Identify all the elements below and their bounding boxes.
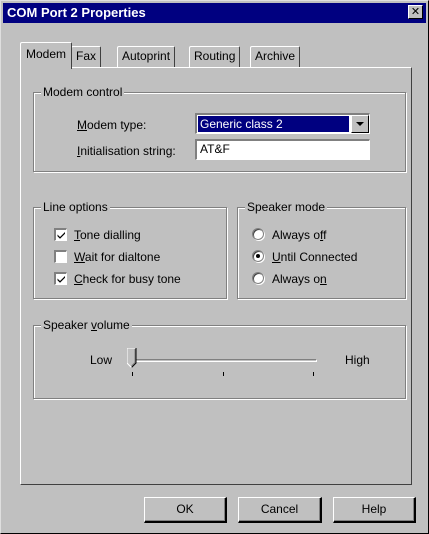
tab-archive[interactable]: Archive (250, 46, 301, 67)
group-title: Line options (41, 200, 110, 214)
init-string-label: Initialisation string: (77, 144, 176, 158)
speaker-volume-group: Speaker volume Low High (33, 318, 406, 399)
slider-tick (223, 372, 224, 376)
tone-dialling-checkbox[interactable]: Tone dialling (51, 226, 221, 242)
close-icon: ✕ (410, 6, 421, 18)
tab-autoprint[interactable]: Autoprint (117, 46, 176, 67)
radio-label: Always off (272, 228, 327, 242)
title-bar[interactable]: COM Port 2 Properties ✕ (3, 3, 426, 23)
modem-type-dropdown[interactable]: Generic class 2 (195, 113, 370, 134)
group-title: Speaker volume (41, 318, 132, 332)
close-button[interactable]: ✕ (408, 5, 423, 19)
checkbox-box (54, 272, 67, 285)
radio-button (252, 272, 264, 284)
volume-slider[interactable] (127, 348, 327, 384)
group-title: Modem control (41, 85, 125, 99)
radio-selected-dot (256, 254, 260, 258)
checkbox-label: Tone dialling (74, 228, 141, 242)
radio-label: Always on (272, 272, 327, 286)
volume-high-label: High (345, 353, 370, 367)
cancel-button[interactable]: Cancel (238, 497, 322, 523)
check-mark-icon (57, 276, 65, 283)
radio-always-off[interactable]: Always off (250, 226, 400, 242)
radio-label: Until Connected (272, 250, 358, 264)
tab-modem[interactable]: Modem (20, 42, 73, 69)
radio-always-on[interactable]: Always on (250, 270, 400, 286)
tab-label: Fax (76, 49, 97, 63)
radio-button (252, 250, 264, 262)
radio-until-connected[interactable]: Until Connected (250, 248, 400, 264)
speaker-mode-group: Speaker mode Always off Until Connected … (237, 200, 406, 299)
volume-low-label: Low (90, 353, 113, 367)
radio-button (252, 228, 264, 240)
slider-track (129, 359, 317, 362)
slider-tick (132, 372, 133, 376)
slider-tick (313, 372, 314, 376)
modem-type-label: Modem type: (77, 118, 147, 132)
help-button[interactable]: Help (333, 497, 416, 523)
window-title: COM Port 2 Properties (7, 5, 146, 20)
group-title: Speaker mode (245, 200, 328, 214)
tab-label: Modem (26, 47, 67, 61)
init-string-input[interactable]: AT&F (195, 139, 370, 160)
checkbox-label: Check for busy tone (74, 272, 181, 286)
busy-tone-checkbox[interactable]: Check for busy tone (51, 270, 221, 286)
check-mark-icon (57, 232, 65, 239)
tab-label: Archive (255, 49, 296, 63)
tab-routing[interactable]: Routing (189, 46, 241, 67)
wait-dialtone-checkbox[interactable]: Wait for dialtone (51, 248, 221, 264)
dialog-window: COM Port 2 Properties ✕ Modem Fax Autopr… (0, 0, 429, 534)
modem-type-value: Generic class 2 (198, 116, 349, 132)
checkbox-box (54, 250, 67, 263)
tab-fax[interactable]: Fax (71, 46, 102, 67)
dropdown-button[interactable] (351, 115, 369, 133)
chevron-down-icon (356, 122, 364, 126)
line-options-group: Line options Tone dialling Wait for dial… (33, 200, 227, 299)
ok-button[interactable]: OK (144, 497, 227, 523)
modem-control-group: Modem control Modem type: Generic class … (33, 85, 406, 172)
slider-thumb[interactable] (127, 348, 137, 368)
tab-label: Routing (194, 49, 236, 63)
checkbox-box (54, 228, 67, 241)
tab-label: Autoprint (122, 49, 171, 63)
checkbox-label: Wait for dialtone (74, 250, 161, 264)
